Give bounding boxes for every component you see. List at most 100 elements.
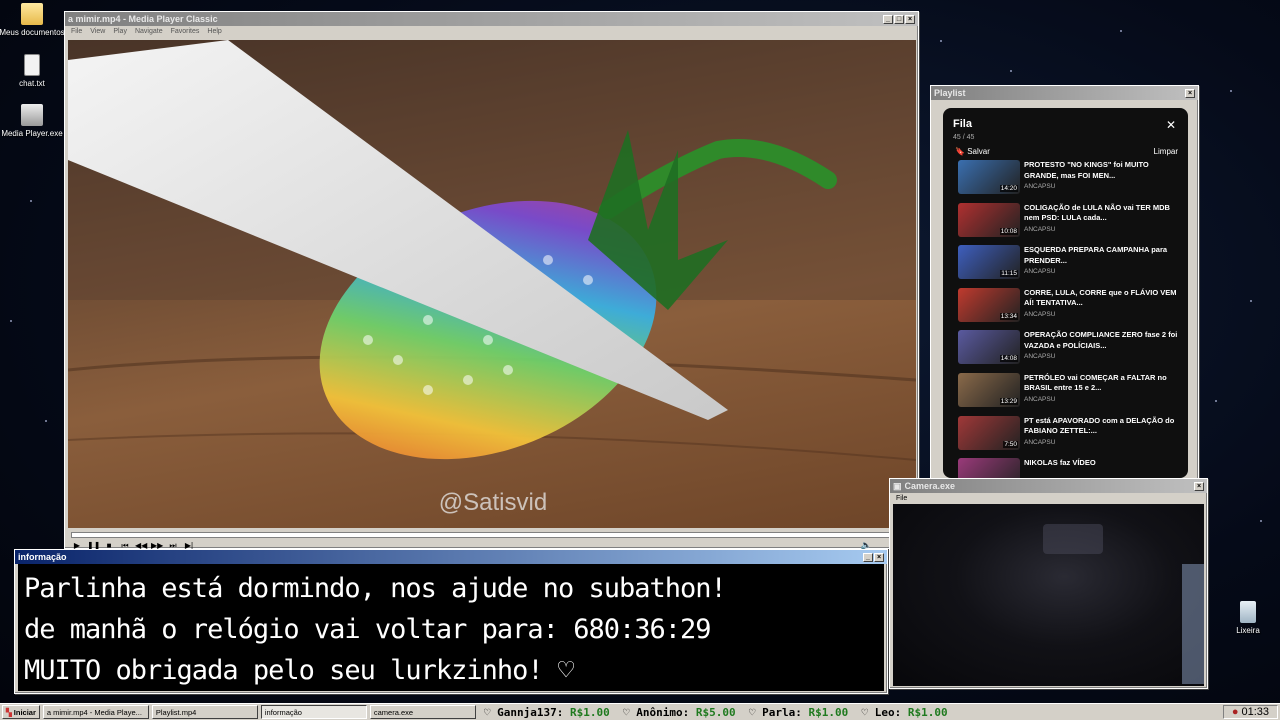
info-titlebar[interactable]: informação _ ×	[15, 550, 887, 564]
video-duration: 14:20	[999, 185, 1018, 192]
info-line-2: de manhã o relógio vai voltar para: 680:…	[24, 614, 712, 645]
queue-item[interactable]: 10:08 COLIGAÇÃO de LULA NÃO vai TER MDB n…	[943, 201, 1188, 244]
close-button[interactable]: ×	[874, 552, 884, 562]
taskbar-button-info[interactable]: informação	[260, 705, 367, 719]
video-channel: ANCAPSU	[1024, 353, 1056, 361]
playlist-window[interactable]: Playlist × Fila 45 / 45 ✕ 🔖 Salvar Limpa…	[930, 85, 1199, 480]
video-title: COLIGAÇÃO de LULA NÃO vai TER MDB nem PS…	[1024, 202, 1170, 223]
donor-name: Anônimo:	[636, 705, 690, 719]
video-thumbnail: 10:08	[958, 202, 1020, 237]
video-title: OPERAÇÃO COMPLIANCE ZERO fase 2 foi VAZA…	[1024, 330, 1178, 350]
close-button[interactable]: ×	[905, 14, 915, 24]
video-title: PETRÓLEO vai COMEÇAR a FALTAR no BRASIL …	[1024, 372, 1167, 393]
video-thumbnail: 14:20	[958, 160, 1020, 194]
info-title: informação	[18, 552, 67, 562]
video-thumbnail: 14:08	[958, 330, 1020, 365]
video-title: ESQUERDA PREPARA CAMPANHA para PRENDER..…	[1024, 245, 1168, 265]
video-channel: ANCAPSU	[1024, 310, 1056, 318]
queue-item[interactable]: 13:34 CORRE, LULA, CORRE que o FLÁVIO VEM…	[943, 286, 1188, 329]
ticker-entry: ♡ Anônimo: R$5.00	[622, 705, 736, 719]
video-duration: 7:50	[1003, 440, 1018, 448]
taskbar-button-playlist[interactable]: Playlist.mp4	[151, 705, 258, 719]
folder-icon	[21, 3, 43, 25]
queue-item[interactable]: 14:20 PROTESTO "NO KINGS" foi MUITO GRAND…	[943, 158, 1188, 201]
close-button[interactable]: ×	[1194, 481, 1204, 491]
media-player-window[interactable]: a mimir.mp4 - Media Player Classic _ □ ×…	[64, 11, 919, 550]
video-scene: @Satisvid	[68, 40, 916, 516]
queue-item[interactable]: 11:15 ESQUERDA PREPARA CAMPANHA para PREN…	[943, 243, 1188, 286]
video-channel: ANCAPSU	[1024, 183, 1056, 190]
seek-bar[interactable]	[71, 532, 913, 538]
taskbar-button-camera[interactable]: camera.exe	[369, 705, 476, 719]
info-line-1: Parlinha está dormindo, nos ajude no sub…	[24, 573, 727, 604]
recycle-bin-icon	[1240, 601, 1256, 623]
queue-item[interactable]: NIKOLAS faz VÍDEO	[943, 456, 1188, 478]
playlist-window-title: Playlist	[934, 88, 966, 98]
queue-item[interactable]: 13:29 PETRÓLEO vai COMEÇAR a FALTAR no BR…	[943, 371, 1188, 414]
desktop-icon-label: Meus documentos	[0, 28, 65, 37]
menu-file[interactable]: File	[896, 495, 907, 503]
camera-window[interactable]: ▣ Camera.exe × File	[889, 478, 1208, 689]
desktop-icon-documents[interactable]: Meus documentos	[0, 3, 67, 37]
queue-title: Fila	[953, 118, 972, 130]
camera-title: Camera.exe	[904, 481, 956, 491]
donation-amount: R$1.00	[569, 705, 610, 719]
start-button[interactable]: ▚ Iniciar	[2, 705, 40, 719]
queue-panel: Fila 45 / 45 ✕ 🔖 Salvar Limpar 14:20 PROT…	[943, 108, 1188, 478]
donor-name: Gannja137:	[497, 705, 564, 719]
menu-navigate[interactable]: Navigate	[135, 28, 163, 36]
camera-icon: ▣	[893, 480, 902, 491]
playlist-titlebar[interactable]: Playlist ×	[931, 86, 1198, 100]
video-channel: ANCAPSU	[1024, 225, 1056, 233]
desktop-icon-label: Media Player.exe	[1, 129, 63, 138]
info-text-area: Parlinha está dormindo, nos ajude no sub…	[18, 564, 884, 691]
info-line-3: MUITO obrigada pelo seu lurkzinho! ♡	[24, 655, 574, 686]
system-tray: ● 01:33	[1222, 705, 1278, 719]
tray-icon[interactable]: ●	[1232, 706, 1239, 718]
desktop-icon-media-player[interactable]: Media Player.exe	[0, 104, 67, 138]
menu-file[interactable]: File	[71, 28, 82, 36]
minimize-button[interactable]: _	[883, 14, 893, 24]
close-icon[interactable]: ✕	[1166, 118, 1176, 132]
start-label: Iniciar	[13, 707, 36, 717]
maximize-button[interactable]: □	[894, 14, 904, 24]
video-title: PT está APAVORADO com a DELAÇÃO do FABIA…	[1024, 415, 1175, 436]
video-channel: ANCAPSU	[1024, 438, 1056, 446]
player-title: a mimir.mp4 - Media Player Classic	[68, 14, 218, 24]
menu-view[interactable]: View	[90, 28, 105, 36]
video-thumbnail	[958, 458, 1020, 478]
menu-help[interactable]: Help	[207, 28, 221, 36]
menu-play[interactable]: Play	[113, 28, 127, 36]
queue-count: 45 / 45	[953, 134, 975, 141]
donation-ticker: ♡ Gannja137: R$1.00 ♡ Anônimo: R$5.00 ♡ …	[484, 706, 1223, 719]
ticker-entry: ♡ Leo: R$1.00	[861, 705, 948, 719]
donor-name: Parla:	[762, 705, 802, 719]
bookmark-icon: 🔖	[955, 147, 965, 156]
minimize-button[interactable]: _	[863, 552, 873, 562]
player-titlebar[interactable]: a mimir.mp4 - Media Player Classic _ □ ×	[65, 12, 918, 26]
queue-list: 14:20 PROTESTO "NO KINGS" foi MUITO GRAND…	[943, 158, 1188, 478]
info-window[interactable]: informação _ × Parlinha está dormindo, n…	[14, 549, 888, 694]
desktop-icon-label: chat.txt	[19, 79, 45, 88]
clear-button[interactable]: Limpar	[1154, 147, 1178, 156]
taskbar: ▚ Iniciar a mimir.mp4 - Media Playe... P…	[0, 703, 1280, 720]
menu-favorites[interactable]: Favorites	[171, 28, 200, 36]
donation-amount: R$5.00	[695, 705, 736, 719]
queue-item[interactable]: 14:08 OPERAÇÃO COMPLIANCE ZERO fase 2 foi…	[943, 328, 1188, 371]
close-button[interactable]: ×	[1185, 88, 1195, 98]
text-file-icon	[24, 54, 40, 76]
desktop-icon-chat[interactable]: chat.txt	[0, 54, 67, 88]
video-thumbnail: 11:15	[958, 245, 1020, 280]
video-frame[interactable]: @Satisvid	[68, 40, 916, 528]
queue-item[interactable]: 7:50 PT está APAVORADO com a DELAÇÃO do F…	[943, 414, 1188, 457]
ticker-entry: ♡ Parla: R$1.00	[748, 705, 849, 719]
desktop-icon-label: Lixeira	[1236, 626, 1260, 635]
save-label: Salvar	[967, 147, 990, 156]
video-title: CORRE, LULA, CORRE que o FLÁVIO VEM AÍ! …	[1024, 287, 1177, 308]
camera-titlebar[interactable]: ▣ Camera.exe ×	[890, 479, 1207, 493]
desktop-icon-recycle-bin[interactable]: Lixeira	[1213, 601, 1280, 635]
video-title: NIKOLAS faz VÍDEO	[1024, 458, 1096, 468]
windows-logo-icon: ▚	[6, 707, 12, 717]
taskbar-button-player[interactable]: a mimir.mp4 - Media Playe...	[42, 705, 149, 719]
save-button[interactable]: 🔖 Salvar	[955, 147, 990, 156]
